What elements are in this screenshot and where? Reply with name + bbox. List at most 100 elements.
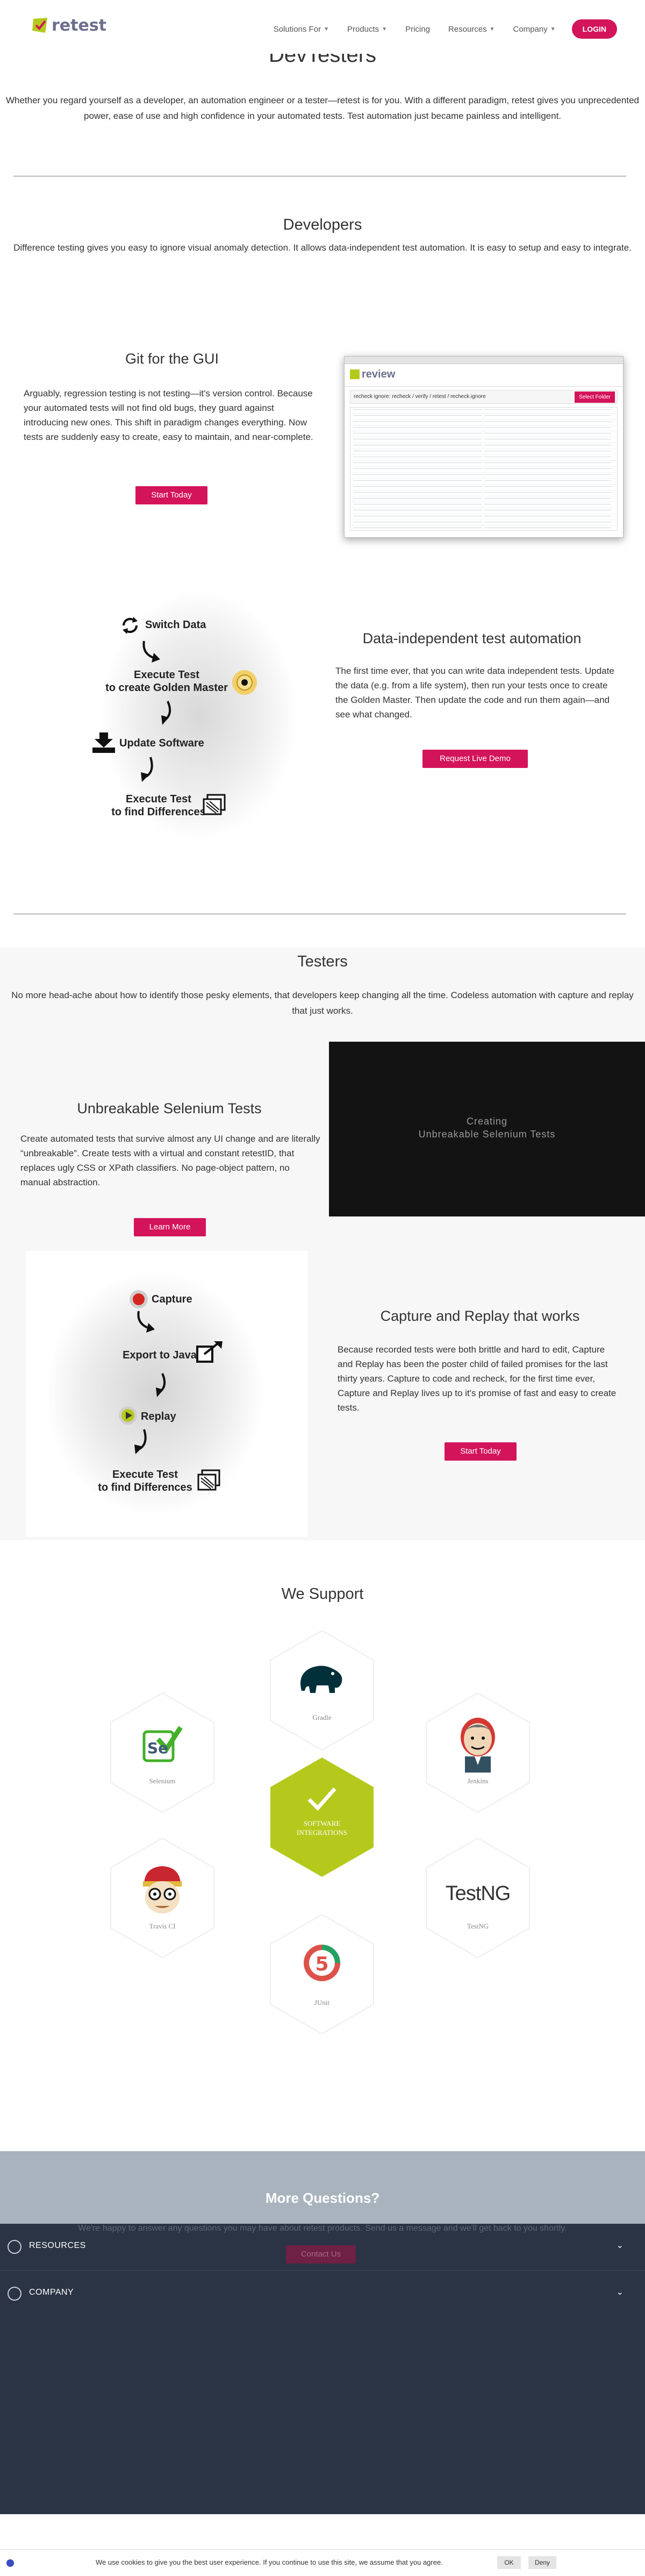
nav-label: Solutions For [273, 24, 321, 34]
golden-master-icon [231, 669, 258, 699]
export-icon [196, 1340, 224, 1365]
flow-arrow-icon [139, 756, 160, 786]
chevron-down-icon: ⌄ [616, 2288, 624, 2297]
footer-company-row[interactable]: COMPANY ⌄ [0, 2270, 645, 2316]
flow-arrow-icon [132, 1428, 154, 1458]
company-icon [8, 2287, 22, 2301]
find-differences-icon [197, 1469, 221, 1495]
chevron-down-icon: ▼ [550, 26, 556, 32]
footer-resources-label: RESOURCES [29, 2241, 86, 2250]
flow-arrow-icon [135, 1310, 157, 1336]
footer-company-label: COMPANY [29, 2288, 74, 2297]
logo[interactable]: retest [31, 16, 106, 35]
cookie-bar: We use cookies to give you the best user… [0, 2549, 645, 2576]
support-item-label: Jenkins [467, 1777, 489, 1785]
testers-title: Testers [297, 953, 348, 970]
capture-start-button[interactable]: Start Today [445, 1442, 517, 1461]
support-hex-integrations: SOFTWARE INTEGRATIONS [268, 1755, 376, 1879]
chevron-down-icon: ▼ [382, 26, 388, 32]
chevron-down-icon: ▼ [489, 26, 495, 32]
screenshot-header: review [345, 364, 623, 387]
junit-5-icon: 5 [302, 1942, 342, 1983]
request-demo-button[interactable]: Request Live Demo [422, 750, 528, 768]
developers-text: Difference testing gives you easy to ign… [13, 243, 632, 253]
selenium-title: Unbreakable Selenium Tests [77, 1100, 262, 1116]
support-hex-selenium[interactable]: Se Selenium [109, 1691, 216, 1814]
capture-text: Because recorded tests were both brittle… [338, 1344, 617, 1413]
record-icon [129, 1290, 148, 1312]
flow-arrow-icon [141, 640, 162, 666]
junit-text: 5 [315, 1953, 329, 1975]
support-item-label: Travis CI [149, 1922, 176, 1930]
data-independent-text: The first time ever, that you can write … [335, 666, 614, 720]
nav-label: Products [347, 24, 379, 34]
flow-step-update-software: Update Software [119, 737, 204, 749]
intro-text: Whether you regard yourself as a develop… [5, 95, 640, 121]
git-title: Git for the GUI [125, 351, 219, 367]
selenium-text: Se [147, 1739, 169, 1757]
capture-title: Capture and Replay that works [380, 1308, 580, 1324]
developers-title: Developers [283, 216, 362, 233]
cookie-deny-button[interactable]: Deny [528, 2556, 556, 2569]
nav-pricing[interactable]: Pricing [405, 25, 430, 34]
support-item-label: TestNG [467, 1922, 489, 1930]
screenshot-select-button: Select Folder [575, 392, 615, 403]
support-hex-testng[interactable]: TestNG TestNG [424, 1836, 532, 1960]
learn-more-button[interactable]: Learn More [134, 1218, 206, 1236]
login-button[interactable]: LOGIN [571, 19, 617, 39]
testng-icon: TestNG [445, 1882, 511, 1905]
selenium-text: Create automated tests that survive almo… [20, 1134, 320, 1187]
support-hex-jenkins[interactable]: Jenkins [424, 1691, 532, 1814]
flow-step-golden-master: Execute Test to create Golden Master [105, 669, 228, 694]
logo-text: retest [52, 16, 107, 35]
flow-arrow-icon [157, 700, 178, 729]
git-start-button[interactable]: Start Today [135, 486, 207, 504]
site-header: retest Solutions For ▼ Products ▼ Pricing … [0, 0, 645, 54]
diff-col-left [353, 407, 482, 530]
support-item-label: Selenium [149, 1777, 176, 1785]
review-app-screenshot: review recheck ignore: recheck / verify … [344, 356, 624, 538]
support-hex-gradle[interactable]: Gradle [268, 1628, 376, 1752]
video-title-line2: Unbreakable Selenium Tests [418, 1129, 556, 1140]
footer-resources-row[interactable]: RESOURCES ⌄ [0, 2224, 645, 2270]
nav-resources[interactable]: Resources ▼ [448, 25, 495, 34]
nav-label: Company [513, 24, 548, 34]
support-item-label: Gradle [312, 1713, 332, 1721]
support-hex-travis[interactable]: Travis CI [109, 1836, 216, 1960]
contact-section: More Questions? [0, 2151, 645, 2232]
cookie-settings-icon[interactable] [6, 2559, 14, 2567]
flow-step-replay: Replay [141, 1411, 176, 1422]
screenshot-path: recheck ignore: recheck / verify / retes… [354, 394, 486, 400]
play-icon [118, 1406, 138, 1428]
integrations-label: SOFTWARE INTEGRATIONS [297, 1819, 347, 1837]
review-logo-text: review [362, 368, 396, 380]
flow-step-find-differences: Execute Test to find Differences [98, 1469, 192, 1493]
nav-label: Resources [448, 24, 487, 34]
diff-col-right [484, 407, 611, 530]
data-independent-title: Data-independent test automation [362, 630, 582, 646]
find-differences-icon [202, 794, 227, 819]
support-title: We Support [281, 1585, 364, 1603]
nav-company[interactable]: Company ▼ [513, 25, 556, 34]
nav-products[interactable]: Products ▼ [347, 25, 387, 34]
chevron-down-icon: ⌄ [616, 2241, 624, 2250]
screenshot-diff-table [350, 407, 618, 531]
resources-icon [8, 2240, 22, 2254]
switch-data-icon [119, 615, 141, 636]
nav-solutions[interactable]: Solutions For ▼ [274, 25, 329, 34]
selenium-icon: Se [142, 1724, 183, 1763]
site-footer: We're happy to answer any questions you … [0, 2224, 645, 2514]
flow-step-capture: Capture [152, 1293, 192, 1305]
support-hex-junit[interactable]: 5 JUnit [268, 1912, 376, 2036]
selenium-video[interactable]: Creating Unbreakable Selenium Tests [329, 1042, 645, 1216]
flow-step-switch-data: Switch Data [145, 619, 206, 631]
git-text: Arguably, regression testing is not test… [24, 388, 313, 442]
update-software-icon [91, 731, 116, 757]
support-item-label: JUnit [314, 1998, 330, 2006]
flow-step-export: Export to Java [123, 1349, 197, 1361]
video-title-line1: Creating [466, 1116, 508, 1127]
nav-label: Pricing [405, 24, 430, 34]
cookie-ok-button[interactable]: OK [497, 2556, 521, 2569]
contact-title: More Questions? [265, 2190, 380, 2206]
screenshot-toolbar: recheck ignore: recheck / verify / retes… [350, 390, 618, 404]
